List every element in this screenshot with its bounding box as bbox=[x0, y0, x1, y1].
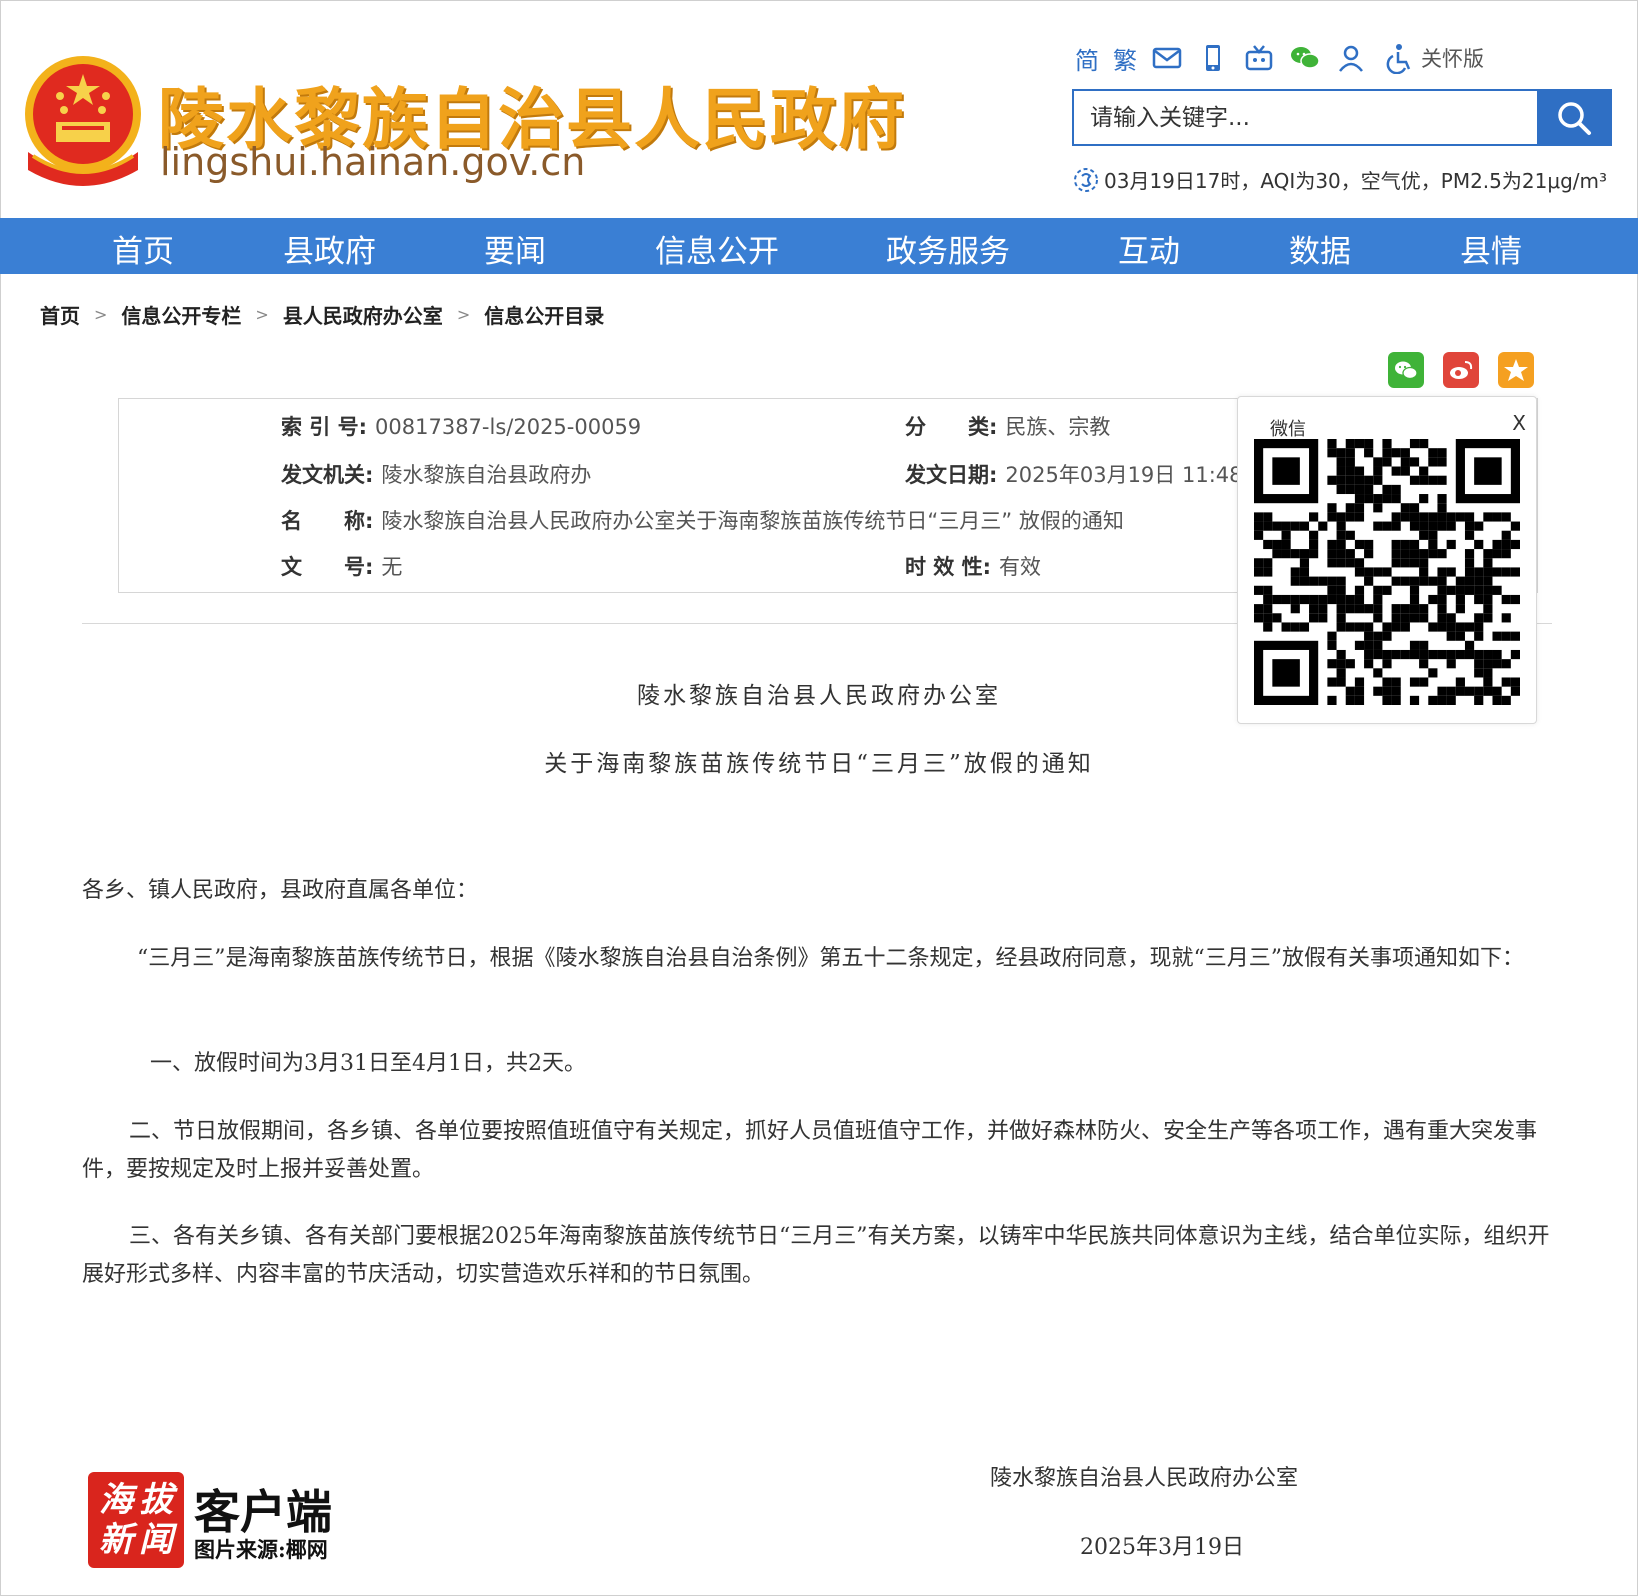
info-index-row: 索 引 号: 00817387-ls/2025-00059 bbox=[281, 411, 641, 441]
name-value: 陵水黎族自治县人民政府办公室关于海南黎族苗族传统节日“三月三” 放假的通知 bbox=[381, 509, 1124, 533]
doc-no-label: 文 号: bbox=[281, 555, 374, 579]
accessibility-icon[interactable] bbox=[1381, 42, 1413, 74]
search-box bbox=[1072, 89, 1612, 146]
nav-county-overview[interactable]: 县情 bbox=[1460, 226, 1522, 271]
logo-char: 新 bbox=[99, 1520, 133, 1560]
watermark-app-text: 客户端 bbox=[194, 1485, 332, 1539]
mobile-icon[interactable] bbox=[1197, 42, 1229, 74]
nav-news[interactable]: 要闻 bbox=[484, 226, 546, 271]
breadcrumb-office[interactable]: 县人民政府办公室 bbox=[283, 300, 443, 329]
share-wechat-icon[interactable] bbox=[1388, 352, 1424, 388]
national-emblem-icon[interactable] bbox=[18, 52, 148, 192]
breadcrumb-home[interactable]: 首页 bbox=[40, 300, 80, 329]
care-mode-link[interactable]: 关怀版 bbox=[1421, 43, 1484, 73]
nav-home[interactable]: 首页 bbox=[112, 226, 174, 271]
info-name-row: 名 称: 陵水黎族自治县人民政府办公室关于海南黎族苗族传统节日“三月三” 放假的… bbox=[281, 505, 1124, 535]
mail-icon[interactable] bbox=[1151, 42, 1183, 74]
article-title-line1: 陵水黎族自治县人民政府办公室 bbox=[637, 683, 1001, 709]
name-label: 名 称: bbox=[281, 509, 374, 533]
qr-close-button[interactable]: X bbox=[1512, 411, 1526, 435]
category-value: 民族、宗教 bbox=[1005, 415, 1111, 439]
date-label: 发文日期: bbox=[905, 463, 998, 487]
site-domain: lingshui.hainan.gov.cn bbox=[160, 140, 586, 184]
logo-char: 拔 bbox=[139, 1480, 173, 1520]
nav-gov-services[interactable]: 政务服务 bbox=[886, 226, 1010, 271]
header-toolbar: 简 繁 关怀版 bbox=[1075, 40, 1484, 76]
site-header: 陵水黎族自治县人民政府 lingshui.hainan.gov.cn 简 繁 关… bbox=[0, 0, 1638, 218]
air-quality-bar: 03月19日17时，AQI为30，空气优，PM2.5为21μg/m³ bbox=[1072, 165, 1607, 194]
search-button[interactable] bbox=[1537, 91, 1610, 144]
info-docno-row: 文 号: 无 bbox=[281, 551, 402, 581]
breadcrumb: 首页 > 信息公开专栏 > 县人民政府办公室 > 信息公开目录 bbox=[40, 300, 604, 329]
nav-county-government[interactable]: 县政府 bbox=[283, 226, 376, 271]
category-label: 分 类: bbox=[905, 415, 998, 439]
simplified-chinese-link[interactable]: 简 bbox=[1075, 41, 1099, 76]
date-value: 2025年03月19日 11:48 bbox=[1005, 463, 1243, 487]
search-input[interactable] bbox=[1074, 91, 1537, 144]
article-paragraph-1: “三月三”是海南黎族苗族传统节日，根据《陵水黎族自治县自治条例》第五十二条规定，… bbox=[137, 946, 1524, 971]
aqi-text: 03月19日17时，AQI为30，空气优，PM2.5为21μg/m³ bbox=[1104, 169, 1607, 193]
article-paragraph-2: 一、放假时间为3月31日至4月1日，共2天。 bbox=[150, 1051, 586, 1076]
logo-char: 海 bbox=[99, 1480, 133, 1520]
doc-no-value: 无 bbox=[381, 555, 403, 579]
nav-data[interactable]: 数据 bbox=[1289, 226, 1351, 271]
index-value: 00817387-ls/2025-00059 bbox=[375, 415, 642, 439]
watermark-source: 图片来源:椰网 bbox=[194, 1537, 328, 1562]
main-nav: 首页 县政府 要闻 信息公开 政务服务 互动 数据 县情 bbox=[0, 218, 1638, 274]
info-validity-row: 时 效 性: 有效 bbox=[905, 551, 1041, 581]
qr-popup-title: 微信 bbox=[1270, 419, 1306, 440]
article-paragraph-4: 三、各有关乡镇、各有关部门要根据2025年海南黎族苗族传统节日“三月三”有关方案… bbox=[82, 1224, 1550, 1287]
issuer-label: 发文机关: bbox=[281, 463, 374, 487]
article-sign-date: 2025年3月19日 bbox=[1080, 1535, 1244, 1560]
breadcrumb-info-column[interactable]: 信息公开专栏 bbox=[121, 300, 241, 329]
info-date-row: 发文日期: 2025年03月19日 11:48 bbox=[905, 459, 1243, 489]
logo-char: 闻 bbox=[139, 1520, 173, 1560]
article-signature: 陵水黎族自治县人民政府办公室 bbox=[990, 1466, 1299, 1491]
tv-icon[interactable] bbox=[1243, 42, 1275, 74]
issuer-value: 陵水黎族自治县政府办 bbox=[381, 463, 592, 487]
breadcrumb-separator: > bbox=[456, 305, 471, 324]
favorite-star-icon[interactable] bbox=[1498, 352, 1534, 388]
article-title-line2: 关于海南黎族苗族传统节日“三月三”放假的通知 bbox=[544, 751, 1094, 777]
breadcrumb-catalog[interactable]: 信息公开目录 bbox=[484, 300, 604, 329]
share-weibo-icon[interactable] bbox=[1443, 352, 1479, 388]
weather-icon bbox=[1074, 167, 1098, 192]
info-category-row: 分 类: 民族、宗教 bbox=[905, 411, 1110, 441]
wechat-qr-popup: 微信 X bbox=[1237, 396, 1537, 724]
user-icon[interactable] bbox=[1335, 42, 1367, 74]
article-salutation: 各乡、镇人民政府，县政府直属各单位： bbox=[82, 878, 479, 903]
haiba-news-logo: 海 拔 新 闻 bbox=[88, 1472, 184, 1568]
nav-info-disclosure[interactable]: 信息公开 bbox=[655, 226, 779, 271]
breadcrumb-separator: > bbox=[94, 305, 108, 324]
info-issuer-row: 发文机关: 陵水黎族自治县政府办 bbox=[281, 459, 591, 489]
index-label: 索 引 号: bbox=[281, 415, 368, 439]
validity-value: 有效 bbox=[999, 555, 1042, 579]
wechat-icon[interactable] bbox=[1289, 42, 1321, 74]
article-paragraph-3: 二、节日放假期间，各乡镇、各单位要按照值班值守有关规定，抓好人员值班值守工作，并… bbox=[82, 1119, 1538, 1182]
breadcrumb-separator: > bbox=[255, 305, 269, 324]
validity-label: 时 效 性: bbox=[905, 555, 992, 579]
qr-code-image bbox=[1254, 439, 1520, 705]
search-icon bbox=[1557, 101, 1591, 135]
nav-interaction[interactable]: 互动 bbox=[1118, 226, 1180, 271]
traditional-chinese-link[interactable]: 繁 bbox=[1113, 41, 1137, 76]
